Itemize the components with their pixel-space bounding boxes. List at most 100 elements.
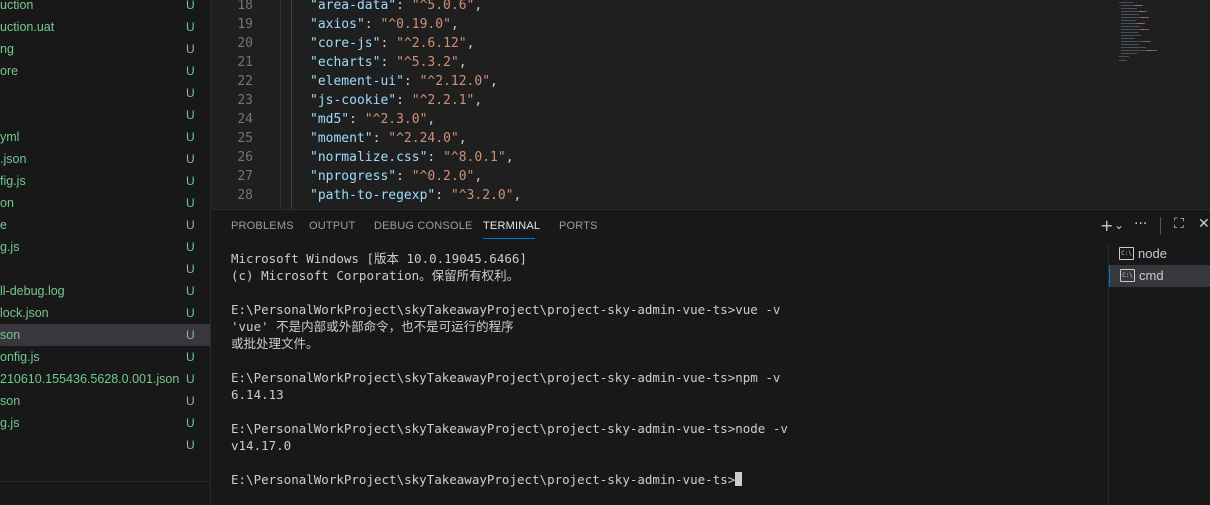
file-item[interactable]: U xyxy=(0,104,210,126)
git-status-badge: U xyxy=(186,328,195,342)
line-number: 21 xyxy=(237,55,253,70)
json-value: "^2.3.0" xyxy=(364,112,428,127)
git-status-badge: U xyxy=(186,108,195,122)
line-number: 22 xyxy=(237,74,253,89)
file-item[interactable]: fig.js U xyxy=(0,170,210,192)
maximize-panel-icon[interactable]: ⛶ xyxy=(1174,216,1184,232)
tab-debug-console[interactable]: DEBUG CONSOLE xyxy=(374,220,473,232)
file-name: son xyxy=(0,328,21,342)
git-status-badge: U xyxy=(186,64,195,78)
json-value: "^3.2.0" xyxy=(450,188,514,203)
terminal-text: E:\PersonalWorkProject\skyTakeawayProjec… xyxy=(231,370,781,385)
code-editor[interactable]: 18 "area-data": "^5.0.6", 19 "axios": "^0.1… xyxy=(211,0,1210,209)
more-actions-icon[interactable]: ··· xyxy=(1134,216,1147,232)
git-status-badge: U xyxy=(186,86,195,100)
git-status-badge: U xyxy=(186,262,195,276)
terminal-instance-label: cmd xyxy=(1139,268,1164,283)
terminal-instance-node[interactable]: C:\ node xyxy=(1109,243,1210,265)
file-item[interactable]: son U xyxy=(0,390,210,412)
terminal-text: (c) Microsoft Corporation。保留所有权利。 xyxy=(231,268,520,283)
explorer-divider xyxy=(0,481,210,482)
json-key: "echarts" xyxy=(310,55,381,70)
file-item[interactable]: U xyxy=(0,82,210,104)
file-item[interactable]: uction U xyxy=(0,0,210,16)
file-item[interactable]: ore U xyxy=(0,60,210,82)
json-value: "^2.24.0" xyxy=(388,131,459,146)
git-status-badge: U xyxy=(186,394,195,408)
terminal-text: 'vue' 不是内部或外部命令，也不是可运行的程序 xyxy=(231,319,514,334)
file-name: .json xyxy=(0,152,27,166)
terminal-text: 6.14.13 xyxy=(231,387,284,402)
code-line: 24 "md5": "^2.3.0", xyxy=(211,110,1091,129)
file-item[interactable]: yml U xyxy=(0,126,210,148)
file-item[interactable]: lock.json U xyxy=(0,302,210,324)
minimap[interactable] xyxy=(1109,0,1179,70)
code-line: 26 "normalize.css": "^8.0.1", xyxy=(211,148,1091,167)
json-value: "^2.12.0" xyxy=(419,74,491,89)
file-item[interactable]: onfig.js U xyxy=(0,346,210,368)
file-name: onfig.js xyxy=(0,350,40,364)
new-terminal-icon[interactable]: + xyxy=(1100,216,1113,235)
file-item[interactable]: son U xyxy=(0,324,210,346)
code-content: "moment": "^2.24.0", xyxy=(310,131,467,146)
terminal-line: 或批处理文件。 xyxy=(231,335,319,352)
git-status-badge: U xyxy=(186,306,195,320)
tab-output[interactable]: OUTPUT xyxy=(309,220,355,232)
terminal-instance-cmd[interactable]: C:\ cmd xyxy=(1109,265,1210,287)
file-item[interactable]: g.js U xyxy=(0,236,210,258)
line-number: 28 xyxy=(237,188,253,203)
line-number: 27 xyxy=(237,169,253,184)
file-item[interactable]: g.js U xyxy=(0,412,210,434)
file-name: yml xyxy=(0,130,20,144)
terminal-cursor xyxy=(735,472,743,486)
file-name: uction xyxy=(0,0,34,12)
git-status-badge: U xyxy=(186,20,195,34)
git-status-badge: U xyxy=(186,438,195,452)
line-number: 20 xyxy=(237,36,253,51)
terminal-text: E:\PersonalWorkProject\skyTakeawayProjec… xyxy=(231,421,788,436)
file-item[interactable]: .json U xyxy=(0,148,210,170)
file-item[interactable]: uction.uat U xyxy=(0,16,210,38)
actions-divider xyxy=(1160,217,1161,235)
file-item[interactable]: U xyxy=(0,258,210,280)
file-name: lock.json xyxy=(0,306,49,320)
file-name: on xyxy=(0,196,14,210)
git-status-badge: U xyxy=(186,0,195,12)
json-key: "area-data" xyxy=(310,0,397,13)
file-item[interactable]: on U xyxy=(0,192,210,214)
json-key: "element-ui" xyxy=(310,74,404,89)
file-item[interactable]: 210610.155436.5628.0.001.json U xyxy=(0,368,210,390)
terminal-text: Microsoft Windows [版本 10.0.19045.6466] xyxy=(231,251,527,266)
code-line: 18 "area-data": "^5.0.6", xyxy=(211,0,1091,15)
terminal-cmd-icon: C:\ xyxy=(1119,247,1134,260)
json-value: "^2.6.12" xyxy=(396,36,467,51)
file-name: fig.js xyxy=(0,174,26,188)
tab-problems[interactable]: PROBLEMS xyxy=(231,220,294,232)
git-status-badge: U xyxy=(186,196,195,210)
terminal-line: E:\PersonalWorkProject\skyTakeawayProjec… xyxy=(231,471,743,488)
terminal-dropdown-icon[interactable]: ⌄ xyxy=(1114,218,1124,232)
git-status-badge: U xyxy=(186,240,195,254)
tab-terminal[interactable]: TERMINAL xyxy=(483,220,540,232)
code-line: 22 "element-ui": "^2.12.0", xyxy=(211,72,1091,91)
code-content: "md5": "^2.3.0", xyxy=(310,112,436,127)
json-key: "core-js" xyxy=(310,36,381,51)
terminal-text: 或批处理文件。 xyxy=(231,336,319,351)
file-item[interactable]: ll-debug.log U xyxy=(0,280,210,302)
file-item[interactable]: U xyxy=(0,434,210,456)
file-name: ore xyxy=(0,64,19,78)
file-item[interactable]: ng U xyxy=(0,38,210,60)
bottom-panel: PROBLEMS OUTPUT DEBUG CONSOLE TERMINAL PORTS… xyxy=(211,209,1210,505)
git-status-badge: U xyxy=(186,174,195,188)
tab-ports[interactable]: PORTS xyxy=(559,220,598,232)
json-value: "^0.19.0" xyxy=(380,17,451,32)
close-panel-icon[interactable]: ✕ xyxy=(1198,216,1210,232)
file-item[interactable]: eU xyxy=(0,214,210,236)
terminal-text: E:\PersonalWorkProject\skyTakeawayProjec… xyxy=(231,302,781,317)
json-key: "moment" xyxy=(310,131,373,146)
code-content: "axios": "^0.19.0", xyxy=(310,17,459,32)
json-key: "normalize.css" xyxy=(310,150,428,165)
terminal-text: v14.17.0 xyxy=(231,438,292,453)
git-status-badge: U xyxy=(186,284,195,298)
terminal-line: v14.17.0 xyxy=(231,437,291,454)
